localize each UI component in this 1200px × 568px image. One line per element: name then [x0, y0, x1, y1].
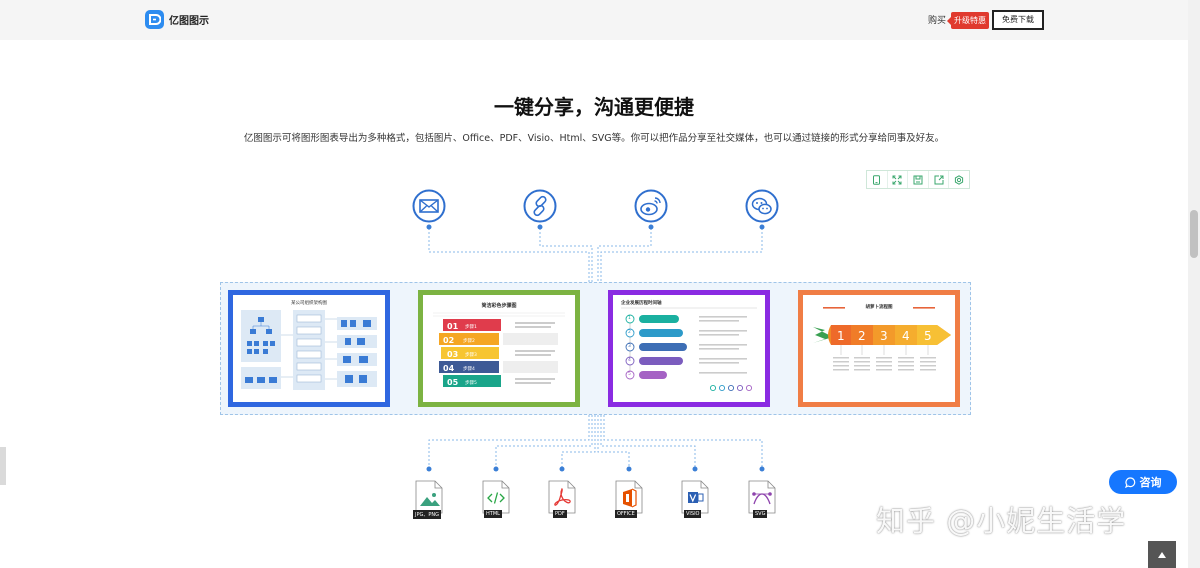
timeline-item-number: 4 — [628, 358, 631, 363]
fullscreen-icon — [892, 175, 902, 184]
template-card-timeline[interactable]: 企业发展历程时间轴 1 2 3 4 5 — [608, 290, 770, 407]
page-title: 一键分享，沟通更便捷 — [494, 95, 694, 119]
steps-thumbnail — [433, 312, 565, 387]
consult-button[interactable]: 咨询 — [1109, 470, 1177, 494]
org-chart-thumbnail — [241, 310, 377, 390]
carrot-step-number: 3 — [880, 329, 888, 343]
step-number: 04 — [443, 364, 455, 373]
template-card-steps[interactable]: 简洁彩色步骤图 01 步骤1 02 步骤2 03 步骤3 04 步骤4 05 步… — [418, 290, 580, 407]
org-card-title: 某公司组织架构图 — [291, 301, 327, 306]
scrollbar-thumb[interactable] — [1190, 210, 1198, 258]
step-number: 02 — [443, 336, 455, 345]
timeline-item-number: 2 — [628, 330, 631, 335]
step-number: 01 — [447, 322, 459, 331]
side-handle[interactable] — [0, 447, 6, 485]
step-number: 03 — [447, 350, 459, 359]
page-description: 亿图图示可将图形图表导出为多种格式，包括图片、Office、PDF、Visio、… — [243, 133, 945, 144]
back-to-top-button[interactable] — [1148, 541, 1176, 568]
page: 亿图图示 购买 升级特惠 免费下载 一键分享，沟通更便捷 亿图图示可将图形图表导… — [0, 0, 1200, 568]
step-label: 步骤3 — [465, 353, 477, 358]
link-icon[interactable] — [523, 189, 557, 223]
save-icon — [913, 175, 923, 184]
phone-icon — [873, 174, 881, 185]
timeline-item-number: 3 — [628, 344, 631, 349]
format-label: SVG — [753, 510, 768, 518]
svg-file-icon — [748, 480, 776, 514]
carrot-step-number: 4 — [902, 329, 910, 343]
format-label: VISIO — [684, 510, 702, 518]
html-file-icon — [482, 480, 510, 514]
format-office[interactable]: OFFICE — [613, 480, 645, 520]
template-card-org-chart[interactable]: 某公司组织架构图 — [228, 290, 390, 407]
mail-icon[interactable] — [412, 189, 446, 223]
step-number: 05 — [447, 378, 459, 387]
scrollbar-track[interactable] — [1188, 0, 1200, 568]
template-card-carrot-flow[interactable]: 胡萝卜流程图 1 2 3 4 5 — [798, 290, 960, 407]
share-icon — [934, 175, 944, 184]
step-label: 步骤5 — [465, 381, 477, 386]
carrot-step-number: 5 — [924, 329, 932, 343]
free-download-button[interactable]: 免费下载 — [992, 10, 1044, 30]
upgrade-badge[interactable]: 升级特惠 — [947, 12, 989, 29]
carrot-thumbnail — [813, 307, 951, 371]
diagram-toolbar — [866, 170, 970, 189]
logo-icon — [145, 10, 164, 29]
image-file-icon — [415, 480, 443, 514]
toolbar-settings-button[interactable] — [949, 171, 969, 188]
step-label: 步骤2 — [463, 339, 475, 344]
format-label: JPG、PNG — [413, 510, 441, 519]
format-html[interactable]: HTML — [480, 480, 512, 520]
weibo-icon[interactable] — [634, 189, 668, 223]
format-visio[interactable]: VISIO — [679, 480, 711, 520]
carrot-step-number: 2 — [858, 329, 866, 343]
buy-link[interactable]: 购买 — [928, 13, 946, 26]
toolbar-fullscreen-button[interactable] — [888, 171, 909, 188]
timeline-item-number: 5 — [628, 372, 631, 377]
timeline-thumbnail — [621, 307, 757, 392]
carrot-step-number: 1 — [837, 329, 845, 343]
format-label: OFFICE — [615, 510, 637, 518]
visio-file-icon — [681, 480, 709, 514]
format-svg[interactable]: SVG — [746, 480, 778, 520]
caret-up-icon — [1158, 551, 1166, 558]
format-jpg-png[interactable]: JPG、PNG — [413, 480, 445, 520]
wechat-icon[interactable] — [745, 189, 779, 223]
watermark-text: 知乎 @小妮生活学 — [876, 504, 1127, 538]
logo-text: 亿图图示 — [169, 16, 209, 27]
format-pdf[interactable]: PDF — [546, 480, 578, 520]
step-label: 步骤1 — [465, 325, 477, 330]
step-label: 步骤4 — [463, 367, 475, 372]
settings-icon — [955, 174, 964, 185]
top-header: 亿图图示 购买 升级特惠 免费下载 — [0, 0, 1200, 40]
timeline-item-number: 1 — [628, 316, 631, 321]
toolbar-phone-button[interactable] — [867, 171, 888, 188]
toolbar-save-button[interactable] — [908, 171, 929, 188]
pdf-file-icon — [548, 480, 576, 514]
office-file-icon — [615, 480, 643, 514]
chat-bubble-icon — [1124, 476, 1135, 488]
toolbar-share-button[interactable] — [929, 171, 950, 188]
format-label: HTML — [484, 510, 502, 518]
logo[interactable]: 亿图图示 — [145, 10, 209, 29]
format-label: PDF — [553, 510, 567, 518]
consult-label: 咨询 — [1139, 476, 1162, 489]
